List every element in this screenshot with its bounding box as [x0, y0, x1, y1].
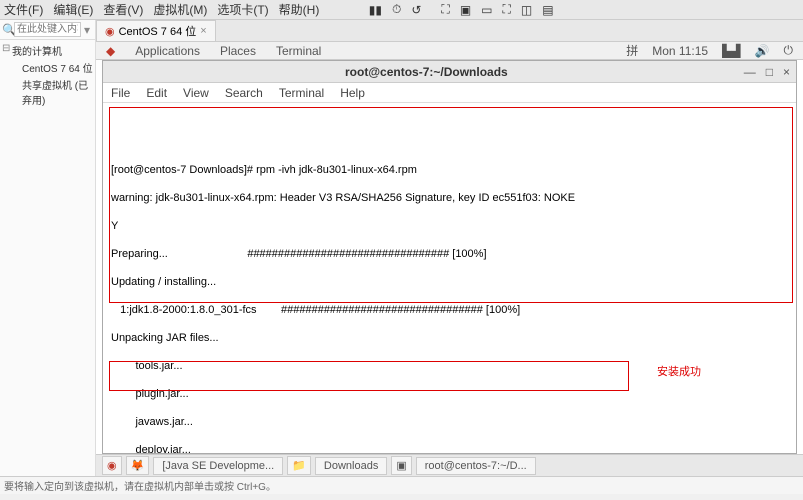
activities-icon[interactable]: ◆ — [106, 44, 115, 58]
vm-area: ◉ CentOS 7 64 位 × ◆ Applications Places … — [96, 20, 803, 476]
revert-icon[interactable]: ↺ — [411, 3, 421, 17]
terminal-menubar: File Edit View Search Terminal Help — [103, 83, 796, 103]
menu-terminal[interactable]: Terminal — [276, 44, 321, 58]
terminal-body[interactable]: 安装成功 [root@centos-7 Downloads]# rpm -ivh… — [103, 103, 796, 453]
snapshot-icon[interactable]: ⏱ — [392, 2, 401, 17]
term-line: 1:jdk1.8-2000:1.8.0_301-fcs ############… — [111, 303, 788, 317]
taskbar-files-icon[interactable]: 📁 — [287, 456, 311, 475]
menu-vm[interactable]: 虚拟机(M) — [153, 1, 207, 18]
search-icon: 🔍 — [2, 23, 14, 37]
taskbar-firefox[interactable]: [Java SE Developme... — [153, 457, 283, 475]
gnome-topbar: ◆ Applications Places Terminal 拼 Mon 11:… — [96, 42, 803, 60]
menu-places[interactable]: Places — [220, 44, 256, 58]
terminal-title: root@centos-7:~/Downloads — [109, 65, 744, 79]
terminal-titlebar: root@centos-7:~/Downloads — □ × — [103, 61, 796, 83]
annotation-text: 安装成功 — [657, 365, 701, 379]
vm-tab-label: CentOS 7 64 位 — [119, 23, 197, 39]
fit-icon[interactable]: ⛶ — [503, 2, 511, 17]
term-line: Updating / installing... — [111, 275, 788, 289]
minimize-icon[interactable]: — — [744, 65, 756, 79]
taskbar-terminal-icon[interactable]: ▣ — [391, 456, 411, 475]
tree-item-centos[interactable]: CentOS 7 64 位 — [2, 59, 93, 76]
menu-tabs[interactable]: 选项卡(T) — [217, 1, 268, 18]
terminal-window: root@centos-7:~/Downloads — □ × File Edi… — [102, 60, 797, 454]
volume-icon[interactable]: 🔊 — [755, 44, 770, 58]
vm-tabs: ◉ CentOS 7 64 位 × — [96, 20, 803, 42]
term-menu-terminal[interactable]: Terminal — [279, 86, 324, 100]
centos-icon: ◉ — [105, 25, 115, 38]
tree-root[interactable]: 我的计算机 — [2, 42, 93, 59]
term-line: Preparing... ###########################… — [111, 247, 788, 261]
clock[interactable]: Mon 11:15 — [652, 44, 708, 58]
term-line: deploy.jar... — [111, 443, 788, 453]
term-line: [root@centos-7 Downloads]# rpm -ivh jdk-… — [111, 163, 788, 177]
gnome-taskbar: ◉ 🦊 [Java SE Developme... 📁 Downloads ▣ … — [96, 454, 803, 476]
term-line: Y — [111, 219, 788, 233]
unity-icon[interactable]: ▣ — [460, 3, 471, 17]
term-menu-edit[interactable]: Edit — [146, 86, 167, 100]
menu-edit[interactable]: 编辑(E) — [53, 1, 93, 18]
term-menu-search[interactable]: Search — [225, 86, 263, 100]
vm-tab-centos[interactable]: ◉ CentOS 7 64 位 × — [96, 20, 216, 41]
taskbar-logo[interactable]: ◉ — [102, 456, 122, 475]
term-menu-view[interactable]: View — [183, 86, 209, 100]
menu-applications[interactable]: Applications — [135, 44, 200, 58]
network-icon[interactable]: ▙▟ — [722, 44, 740, 58]
present-icon[interactable]: ▭ — [481, 3, 492, 17]
status-text: 要将输入定向到该虚拟机，请在虚拟机内部单击或按 Ctrl+G。 — [4, 478, 276, 493]
tree-item-shared[interactable]: 共享虚拟机 (已弃用) — [2, 76, 93, 108]
search-input[interactable] — [14, 22, 81, 37]
close-icon[interactable]: × — [200, 25, 206, 37]
sidebar: 🔍 ▾ 我的计算机 CentOS 7 64 位 共享虚拟机 (已弃用) — [0, 20, 96, 476]
menu-view[interactable]: 查看(V) — [103, 1, 143, 18]
pause-icon[interactable]: ▮▮ — [369, 3, 382, 17]
term-line: plugin.jar... — [111, 387, 788, 401]
vm-tree: 我的计算机 CentOS 7 64 位 共享虚拟机 (已弃用) — [0, 40, 95, 110]
host-menubar: 文件(F) 编辑(E) 查看(V) 虚拟机(M) 选项卡(T) 帮助(H) ▮▮… — [0, 0, 803, 20]
term-line: javaws.jar... — [111, 415, 788, 429]
taskbar-terminal[interactable]: root@centos-7:~/D... — [416, 457, 536, 475]
dropdown-icon[interactable]: ▾ — [81, 23, 93, 37]
taskbar-downloads[interactable]: Downloads — [315, 457, 387, 475]
disk-icon[interactable]: ◫ — [521, 3, 532, 17]
taskbar-firefox-icon[interactable]: 🦊 — [126, 456, 150, 475]
menu-file[interactable]: 文件(F) — [4, 1, 43, 18]
ime-indicator[interactable]: 拼 — [626, 42, 638, 59]
net-icon[interactable]: ▤ — [542, 3, 553, 17]
power-icon[interactable]: ⏻ — [784, 43, 794, 58]
term-menu-file[interactable]: File — [111, 86, 130, 100]
term-line: warning: jdk-8u301-linux-x64.rpm: Header… — [111, 191, 788, 205]
host-statusbar: 要将输入定向到该虚拟机，请在虚拟机内部单击或按 Ctrl+G。 — [0, 476, 803, 494]
term-line: Unpacking JAR files... — [111, 331, 788, 345]
annotation-box-install — [109, 107, 793, 303]
sidebar-search: 🔍 ▾ — [0, 20, 95, 40]
term-menu-help[interactable]: Help — [340, 86, 365, 100]
fullscreen-icon[interactable]: ⛶ — [441, 2, 449, 17]
menu-help[interactable]: 帮助(H) — [279, 1, 320, 18]
maximize-icon[interactable]: □ — [766, 65, 773, 79]
close-window-icon[interactable]: × — [783, 65, 790, 79]
